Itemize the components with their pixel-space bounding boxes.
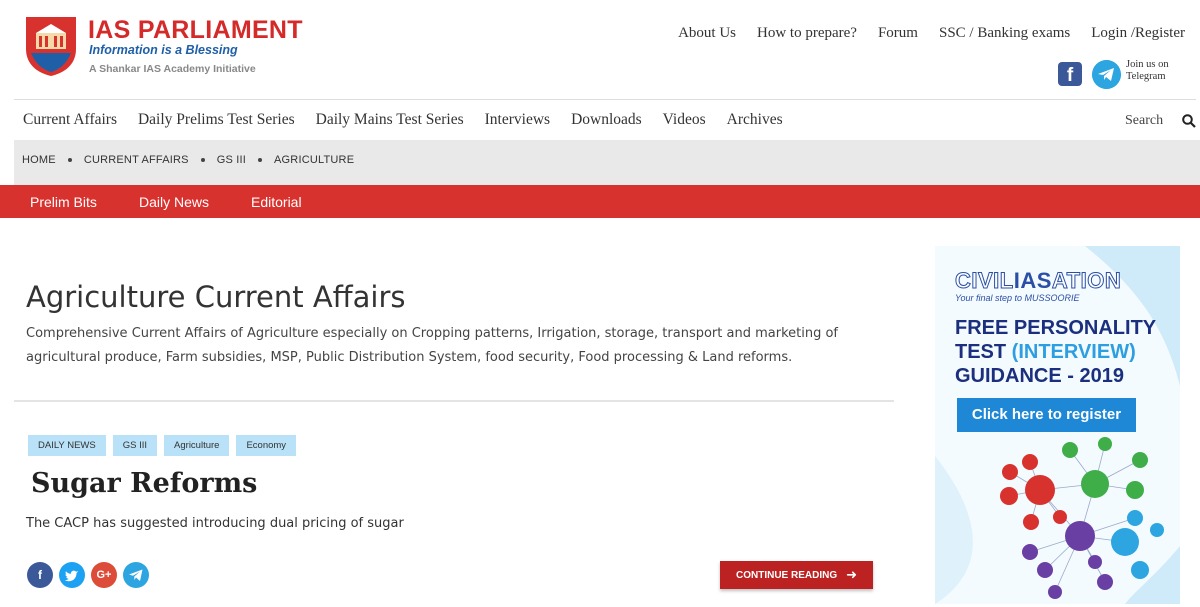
tag-daily-news[interactable]: DAILY NEWS [28, 435, 106, 456]
nav-archives[interactable]: Archives [727, 111, 783, 129]
share-twitter-icon[interactable] [59, 562, 85, 588]
top-link-login-register[interactable]: Login /Register [1091, 25, 1185, 42]
tab-editorial[interactable]: Editorial [251, 194, 302, 210]
telegram-join-text[interactable]: Join us on Telegram [1126, 59, 1186, 83]
arrow-right-icon: ➜ [846, 567, 857, 582]
share-telegram-icon[interactable] [123, 562, 149, 588]
page-title: Agriculture Current Affairs [26, 280, 406, 314]
nav-videos[interactable]: Videos [663, 111, 706, 129]
share-facebook-icon[interactable]: f [27, 562, 53, 588]
ad-register-button[interactable]: Click here to register [957, 398, 1136, 432]
ad-logo-ation: ATION [1051, 268, 1122, 294]
tag-agriculture[interactable]: Agriculture [164, 435, 230, 456]
civilisation-ad-banner[interactable]: CIVILIASATION Your final step to MUSSOOR… [935, 246, 1180, 604]
nav-interviews[interactable]: Interviews [485, 111, 550, 129]
tab-prelim-bits[interactable]: Prelim Bits [30, 194, 97, 210]
nav-current-affairs[interactable]: Current Affairs [23, 111, 117, 129]
ad-tagline: Your final step to MUSSOORIE [955, 293, 1080, 303]
search-icon[interactable] [1182, 114, 1196, 128]
article-title[interactable]: Sugar Reforms [31, 468, 257, 499]
site-header: IAS PARLIAMENT Information is a Blessing… [0, 0, 1200, 100]
continue-reading-button[interactable]: CONTINUE READING ➜ [720, 561, 873, 589]
breadcrumb-separator [67, 158, 72, 162]
search-label[interactable]: Search [1125, 113, 1163, 129]
breadcrumb-separator [258, 158, 263, 162]
ad-headline-part2: GUIDANCE - 2019 [955, 365, 1124, 387]
twitter-bird-icon [64, 570, 78, 582]
top-link-how-to-prepare[interactable]: How to prepare? [757, 25, 857, 42]
parliament-shield-logo[interactable] [24, 15, 78, 77]
breadcrumb-gs-iii[interactable]: GS III [217, 154, 246, 166]
ad-logo-civil: CIVIL [955, 268, 1014, 294]
share-google-plus-icon[interactable]: G+ [91, 562, 117, 588]
nav-downloads[interactable]: Downloads [571, 111, 642, 129]
telegram-plane-icon [129, 569, 143, 581]
logo-title[interactable]: IAS PARLIAMENT [88, 16, 303, 45]
ad-mindmap-graphic [1000, 437, 1164, 599]
content-divider [14, 400, 894, 402]
main-navigation: Current Affairs Daily Prelims Test Serie… [23, 111, 783, 129]
ad-headline: FREE PERSONALITY TEST (INTERVIEW) GUIDAN… [955, 316, 1175, 388]
tab-daily-news[interactable]: Daily News [139, 194, 209, 210]
ad-logo: CIVILIASATION [955, 268, 1122, 294]
top-link-forum[interactable]: Forum [878, 25, 918, 42]
breadcrumb-agriculture: AGRICULTURE [274, 154, 355, 166]
telegram-icon[interactable] [1092, 60, 1121, 89]
header-divider [14, 99, 1196, 100]
tag-economy[interactable]: Economy [236, 435, 297, 456]
nav-daily-prelims-test-series[interactable]: Daily Prelims Test Series [138, 111, 295, 129]
page-description: Comprehensive Current Affairs of Agricul… [26, 326, 838, 365]
breadcrumb: HOME CURRENT AFFAIRS GS III AGRICULTURE [22, 154, 354, 166]
breadcrumb-home[interactable]: HOME [22, 154, 56, 166]
breadcrumb-separator [200, 158, 205, 162]
top-link-about-us[interactable]: About Us [678, 25, 736, 42]
continue-reading-label: CONTINUE READING [736, 569, 838, 581]
nav-daily-mains-test-series[interactable]: Daily Mains Test Series [316, 111, 464, 129]
article-excerpt: The CACP has suggested introducing dual … [26, 516, 404, 531]
top-navigation: About Us How to prepare? Forum SSC / Ban… [678, 25, 1185, 42]
facebook-icon[interactable]: f [1058, 62, 1082, 86]
logo-tagline: Information is a Blessing [89, 43, 238, 57]
article-tags: DAILY NEWS GS III Agriculture Economy [28, 435, 297, 456]
logo-subtitle: A Shankar IAS Academy Initiative [89, 63, 256, 75]
breadcrumb-current-affairs[interactable]: CURRENT AFFAIRS [84, 154, 189, 166]
section-tabs: Prelim Bits Daily News Editorial [0, 185, 1200, 218]
ad-headline-highlight: (INTERVIEW) [1011, 341, 1136, 363]
ad-logo-ias: IAS [1013, 268, 1052, 293]
tag-gs-iii[interactable]: GS III [112, 435, 158, 456]
top-link-ssc-banking[interactable]: SSC / Banking exams [939, 25, 1070, 42]
